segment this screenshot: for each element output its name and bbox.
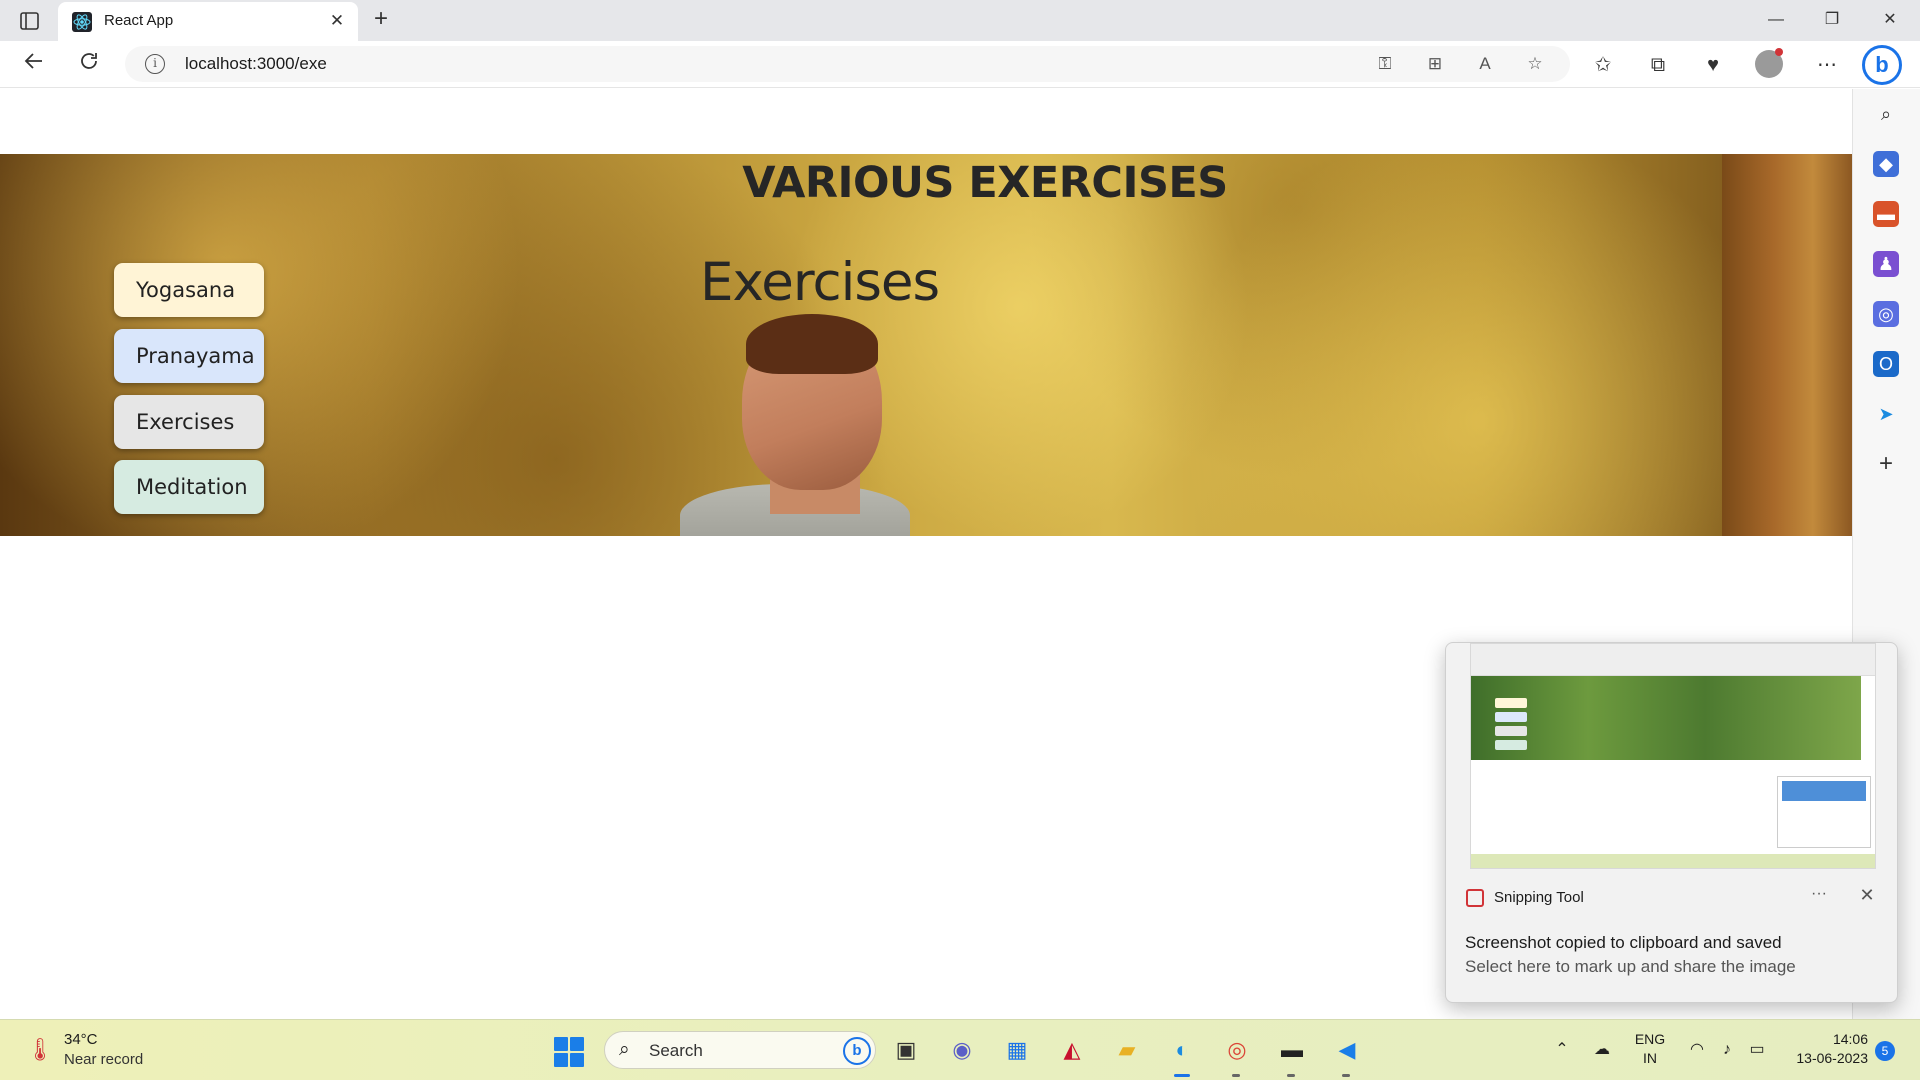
read-aloud-icon[interactable]: A [1472,52,1498,76]
terminal-running-indicator [1287,1074,1295,1077]
thumbnail-mini-window [1777,776,1871,848]
more-options-icon[interactable]: ⋯ [1812,50,1842,80]
profile-avatar[interactable] [1755,48,1783,78]
vscode-icon[interactable]: ◀ [1328,1031,1366,1069]
edge-active-indicator [1174,1074,1190,1077]
thumbnail-button [1495,712,1527,722]
bing-copilot-icon[interactable]: b [1862,45,1902,85]
refresh-icon[interactable] [74,50,104,80]
clock-date[interactable]: 13-06-2023 [1780,1050,1868,1066]
taskbar-search[interactable]: ⌕ Search b [604,1031,876,1069]
wifi-icon[interactable]: ◠ [1685,1038,1709,1062]
thumbnail-button [1495,698,1527,708]
favorites-icon[interactable]: ✩ [1588,50,1618,80]
browser-tab-strip: React App ✕ + — ❐ ✕ [0,0,1920,41]
notification-app-name: Snipping Tool [1494,889,1584,906]
site-info-icon[interactable]: i [145,54,165,74]
tab-title: React App [104,12,174,29]
minimize-button[interactable]: — [1756,6,1796,34]
extension-icon[interactable]: ♥ [1698,50,1728,80]
thumbnail-taskbar [1471,854,1875,868]
windows-taskbar: 🌡 34°C Near record ⌕ Search b ▣ ◉ ▦ ◭ ▰ … [0,1019,1920,1080]
key-icon[interactable]: ⚿ [1372,52,1398,76]
notification-close-button[interactable]: ✕ [1854,885,1880,909]
bing-icon[interactable]: b [843,1037,871,1065]
snipping-tool-icon [1466,889,1484,907]
microsoft-store-icon[interactable]: ▦ [998,1031,1036,1069]
teams-chat-icon[interactable]: ◉ [943,1031,981,1069]
nav-button-pranayama[interactable]: Pranayama [114,329,264,383]
tab-close-icon[interactable]: ✕ [326,10,348,32]
notification-subtext: Select here to mark up and share the ima… [1465,957,1796,976]
nav-button-exercises[interactable]: Exercises [114,395,264,449]
windows-start-icon[interactable] [554,1037,584,1067]
tab-actions-icon[interactable] [18,10,42,32]
tag-icon[interactable]: ◆ [1873,151,1899,177]
back-icon[interactable] [19,50,49,80]
notification-more-button[interactable]: ··· [1806,885,1832,907]
search-placeholder: Search [649,1041,703,1060]
notification-heading: Screenshot copied to clipboard and saved [1465,933,1782,952]
language-code[interactable]: ENG [1632,1031,1668,1047]
edge-icon[interactable]: ◐ [1163,1031,1201,1069]
send-icon[interactable]: ➤ [1873,401,1899,427]
weather-thermometer-icon[interactable]: 🌡 [26,1035,54,1065]
restore-button[interactable]: ❐ [1812,6,1852,34]
outlook-icon[interactable]: O [1873,351,1899,377]
collections-icon[interactable]: ⧉ [1643,50,1673,80]
terminal-icon[interactable]: ▬ [1273,1031,1311,1069]
mcafee-icon[interactable]: ◭ [1053,1031,1091,1069]
chevron-up-icon[interactable]: ⌃ [1550,1038,1574,1062]
hero-banner-edge [1722,154,1852,536]
thumbnail-button [1495,726,1527,736]
section-title: Exercises [700,252,940,313]
browser-toolbar: i localhost:3000/exe ⚿ ⊞ A ☆ ✩ ⧉ ♥ ⋯ b [0,41,1920,88]
chrome-running-indicator [1232,1074,1240,1077]
weather-temperature[interactable]: 34°C [64,1031,98,1048]
vscode-running-indicator [1342,1074,1350,1077]
screenshot-thumbnail[interactable] [1470,643,1876,869]
person-hair [746,314,878,374]
favorite-star-icon[interactable]: ☆ [1522,52,1548,76]
language-region[interactable]: IN [1632,1050,1668,1066]
search-icon: ⌕ [619,1039,630,1060]
address-bar[interactable]: i localhost:3000/exe ⚿ ⊞ A ☆ [125,46,1570,82]
close-window-button[interactable]: ✕ [1870,6,1910,34]
thumbnail-browser-bar [1471,644,1875,676]
microsoft365-icon[interactable]: ◎ [1873,301,1899,327]
thumbnail-hero [1471,676,1861,760]
volume-icon[interactable]: ♪ [1715,1038,1739,1062]
url-text[interactable]: localhost:3000/exe [185,54,327,74]
add-icon[interactable]: + [1873,451,1899,477]
onedrive-cloud-icon[interactable]: ☁ [1590,1038,1614,1062]
thumbnail-button [1495,740,1527,750]
nav-button-meditation[interactable]: Meditation [114,460,264,514]
notification-count-badge[interactable]: 5 [1875,1041,1895,1061]
nav-button-yogasana[interactable]: Yogasana [114,263,264,317]
weather-description[interactable]: Near record [64,1051,143,1068]
page-title: VARIOUS EXERCISES [742,158,1228,208]
search-icon[interactable]: ⌕ [1873,101,1899,127]
snipping-tool-notification[interactable]: Snipping Tool ··· ✕ Screenshot copied to… [1445,642,1898,1003]
task-view-icon[interactable]: ▣ [887,1031,925,1069]
new-tab-button[interactable]: + [368,6,394,32]
hero-banner: VARIOUS EXERCISES Exercises Yogasana Pra… [0,154,1852,536]
profile-alert-dot [1775,48,1783,56]
chrome-icon[interactable]: ◎ [1218,1031,1256,1069]
games-icon[interactable]: ♟ [1873,251,1899,277]
battery-icon[interactable]: ▭ [1745,1038,1769,1062]
react-icon [72,12,92,32]
browser-tab[interactable]: React App ✕ [58,2,358,41]
thumbnail-mini-image [1782,781,1866,801]
apps-icon[interactable]: ⊞ [1422,52,1448,76]
file-explorer-icon[interactable]: ▰ [1108,1031,1146,1069]
clock-time[interactable]: 14:06 [1780,1031,1868,1047]
toolbox-icon[interactable]: ▬ [1873,201,1899,227]
